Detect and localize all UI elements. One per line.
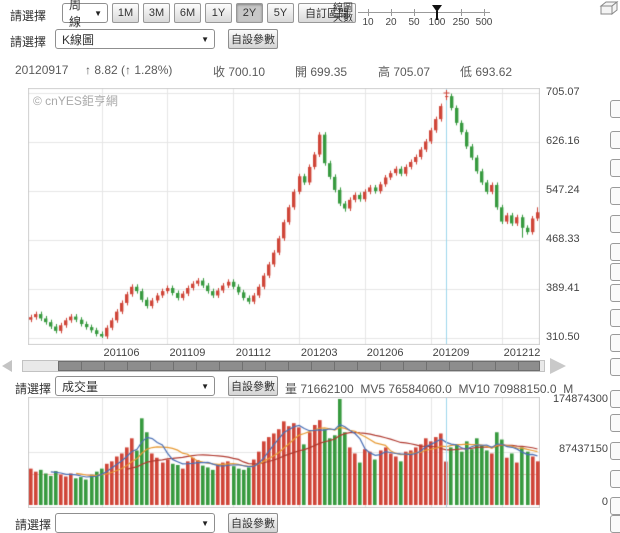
clipped-toolbar-button[interactable] [610, 159, 620, 177]
price-x-label: 201209 [432, 347, 470, 359]
chart-scrollbar-track[interactable] [22, 360, 545, 372]
range-button-1y[interactable]: 1Y [205, 3, 232, 23]
clipped-toolbar-button[interactable] [610, 309, 620, 327]
chart-type-dropdown[interactable]: K線圖 ▼ [55, 29, 215, 49]
clipped-toolbar-button[interactable] [610, 100, 620, 118]
range-button-1m[interactable]: 1M [112, 3, 139, 23]
price-y-label: 389.41 [546, 282, 580, 294]
indicator-dropdown[interactable]: 成交量 ▼ [55, 376, 215, 396]
slider-tick [414, 9, 415, 16]
printer-icon[interactable] [597, 1, 620, 17]
volume-chart-canvas[interactable] [28, 397, 540, 508]
open-value: 699.35 [310, 65, 348, 79]
price-x-label: 201112 [235, 347, 271, 359]
timeframe-select-label: 請選擇 [10, 9, 47, 23]
slider-rail[interactable] [358, 12, 490, 13]
quote-close: 收 700.10 [213, 63, 265, 80]
price-x-label: 201109 [169, 347, 206, 359]
quote-change: ↑ 8.82 (↑ 1.28%) [85, 63, 173, 77]
timeframe-dropdown[interactable]: 周線 ▼ [62, 0, 108, 29]
chart-params-button[interactable]: 自設參數 [228, 29, 278, 49]
clipped-toolbar-button[interactable] [610, 515, 620, 533]
clipped-toolbar-button[interactable] [610, 497, 620, 515]
chart-scrollbar-thumb[interactable] [58, 361, 540, 371]
quote-date: 20120917 [15, 63, 69, 77]
price-chart-panel: © cnYES鉅亨網 705.07 626.16 547.24 468.33 389.4… [0, 86, 620, 345]
slider-thumb[interactable] [432, 5, 442, 20]
quote-high: 高 705.07 [378, 63, 430, 80]
price-chart-canvas[interactable] [28, 88, 540, 345]
close-value: 700.10 [228, 65, 266, 79]
price-y-label: 468.33 [546, 233, 580, 245]
indicator-select-label: 請選擇 [15, 382, 52, 396]
price-x-axis: 201106 201109 201112 201203 201206 201209 2012… [0, 347, 620, 359]
stock-chart-app: { "header": { "row1": { "label": "請選擇", … [0, 0, 620, 533]
slider-tick [368, 9, 369, 16]
slider-tick-label: 10 [362, 17, 374, 28]
range-button-2y[interactable]: 2Y [236, 3, 263, 23]
slider-tick-label: 50 [408, 17, 420, 28]
chevron-down-icon: ▼ [201, 34, 209, 44]
price-y-label: 310.50 [546, 331, 580, 343]
indicator-params-button[interactable]: 自設參數 [228, 376, 278, 396]
volume-y-label: 174874300 [552, 393, 608, 405]
high-value: 705.07 [393, 65, 431, 79]
timeframe-value: 周線 [69, 0, 82, 29]
open-label: 開 [295, 65, 308, 79]
close-label: 收 [213, 65, 226, 79]
chart-days-slider[interactable]: 10 20 50 100 250 500 [356, 3, 496, 29]
scroll-right-arrow-icon[interactable] [550, 358, 566, 374]
bottom-params-button[interactable]: 自設參數 [228, 513, 278, 533]
clipped-toolbar-button[interactable] [610, 358, 620, 376]
clipped-toolbar-button[interactable] [610, 243, 620, 261]
clipped-toolbar-button[interactable] [610, 187, 620, 205]
slider-tick-label: 20 [385, 17, 397, 28]
clipped-toolbar-button[interactable] [610, 284, 620, 302]
scroll-left-arrow-icon[interactable] [2, 360, 12, 372]
clipped-toolbar-button[interactable] [610, 470, 620, 488]
high-label: 高 [378, 65, 391, 79]
chevron-down-icon: ▼ [94, 8, 102, 18]
price-y-label: 547.24 [546, 184, 580, 196]
range-button-5y[interactable]: 5Y [267, 3, 294, 23]
slider-tick [484, 9, 485, 16]
slider-tick [461, 9, 462, 16]
clipped-toolbar-button[interactable] [610, 414, 620, 432]
watermark: © cnYES鉅亨網 [33, 94, 118, 108]
chart-days-label-line2: 天數 [333, 13, 353, 24]
volume-chart-panel: 174874300 87437150 0 [0, 393, 620, 508]
slider-tick-label: 250 [452, 17, 470, 28]
chevron-down-icon: ▼ [201, 518, 209, 528]
price-y-label: 626.16 [546, 135, 580, 147]
chart-days-label: 線圖 天數 [333, 4, 353, 24]
chart-type-select-label: 請選擇 [10, 35, 47, 49]
slider-tick [391, 9, 392, 16]
clipped-toolbar-button[interactable] [610, 334, 620, 352]
price-x-label: 201203 [300, 347, 338, 359]
clipped-toolbar-button[interactable] [610, 215, 620, 233]
chart-type-value: K線圖 [62, 32, 95, 47]
quote-open: 開 699.35 [295, 63, 347, 80]
indicator-value: 成交量 [62, 379, 99, 394]
clipped-toolbar-button[interactable] [610, 442, 620, 460]
price-x-label: 201206 [366, 347, 404, 359]
clipped-toolbar-button[interactable] [610, 390, 620, 408]
chevron-down-icon: ▼ [201, 381, 209, 391]
low-label: 低 [460, 65, 473, 79]
bottom-select-label: 請選擇 [15, 518, 52, 532]
clipped-toolbar-button[interactable] [610, 131, 620, 149]
clipped-toolbar-button[interactable] [610, 263, 620, 281]
low-value: 693.62 [475, 65, 513, 79]
volume-y-label: 87437150 [559, 443, 608, 455]
volume-y-label: 0 [601, 496, 608, 508]
quote-low: 低 693.62 [460, 63, 512, 80]
price-y-label: 705.07 [546, 86, 580, 98]
price-x-label: 201212 [503, 347, 541, 359]
range-button-3m[interactable]: 3M [143, 3, 170, 23]
slider-tick-label: 500 [475, 17, 493, 28]
price-x-label: 201106 [103, 347, 140, 359]
range-button-6m[interactable]: 6M [174, 3, 201, 23]
bottom-dropdown[interactable]: ▼ [55, 513, 215, 533]
